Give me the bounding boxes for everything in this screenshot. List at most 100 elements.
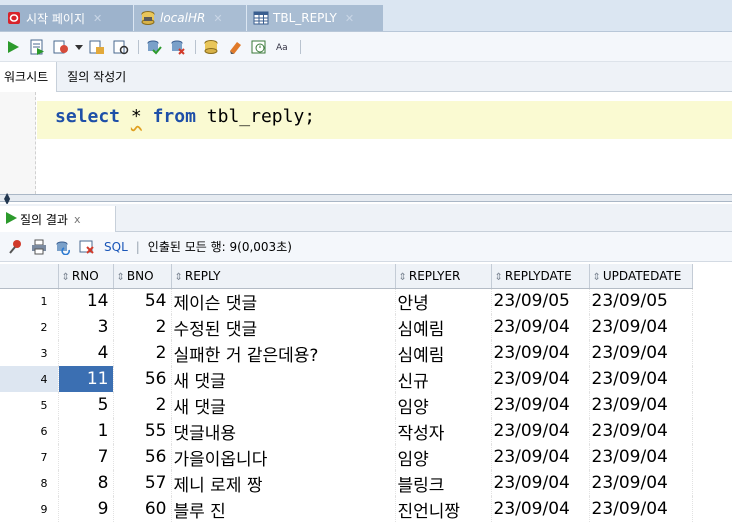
sql-history-icon[interactable] — [248, 36, 270, 58]
tab-start-page[interactable]: 시작 페이지 ✕ — [0, 5, 133, 31]
cell-updatedate[interactable]: 23/09/04 — [589, 314, 693, 340]
column-header[interactable]: ⇕ REPLYER — [395, 264, 492, 289]
run-statement-icon[interactable] — [2, 36, 24, 58]
column-header[interactable]: ⇕ REPLY — [171, 264, 396, 289]
tab-worksheet[interactable]: 워크시트 — [0, 61, 58, 92]
column-header[interactable]: ⇕ BNO — [113, 264, 172, 289]
cell-replydate[interactable]: 23/09/04 — [491, 314, 590, 340]
cell-bno[interactable]: 2 — [113, 314, 172, 340]
column-header[interactable]: ⇕ REPLYDATE — [491, 264, 590, 289]
sort-icon[interactable]: ⇕ — [62, 272, 70, 283]
cell-reply[interactable]: 수정된 댓글 — [171, 314, 396, 340]
sort-icon[interactable]: ⇕ — [399, 272, 407, 283]
table-row[interactable]: 9 9 60 블루 진 진언니짱 23/09/04 23/09/04 — [0, 496, 693, 522]
refresh-icon[interactable] — [52, 236, 74, 258]
run-script-icon[interactable] — [26, 36, 48, 58]
format-case-icon[interactable]: Aa — [272, 36, 294, 58]
cell-rno[interactable]: 4 — [58, 340, 114, 366]
sql-tuning-icon[interactable] — [110, 36, 132, 58]
sort-icon[interactable]: ⇕ — [495, 272, 503, 283]
cell-updatedate[interactable]: 23/09/04 — [589, 470, 693, 496]
cell-updatedate[interactable]: 23/09/04 — [589, 340, 693, 366]
cell-replyer[interactable]: 심예림 — [395, 314, 492, 340]
tab-localhr[interactable]: localHR ✕ — [134, 5, 246, 31]
close-icon[interactable]: x — [74, 213, 81, 226]
sort-icon[interactable]: ⇕ — [117, 272, 125, 283]
cell-rno[interactable]: 14 — [58, 288, 114, 314]
cell-rno[interactable]: 5 — [58, 392, 114, 418]
cell-reply[interactable]: 새 댓글 — [171, 392, 396, 418]
cell-replydate[interactable]: 23/09/05 — [491, 288, 590, 314]
cell-reply[interactable]: 가을이옵니다 — [171, 444, 396, 470]
cell-replyer[interactable]: 안녕 — [395, 288, 492, 314]
cell-bno[interactable]: 55 — [113, 418, 172, 444]
result-grid[interactable]: ⇕ RNO ⇕ BNO ⇕ REPLY ⇕ REPLYER ⇕ REPLYDATE ⇕ UP… — [0, 264, 732, 522]
explain-plan-icon[interactable] — [86, 36, 108, 58]
table-row[interactable]: 6 1 55 댓글내용 작성자 23/09/04 23/09/04 — [0, 418, 693, 444]
table-row[interactable]: 7 7 56 가을이옵니다 임양 23/09/04 23/09/04 — [0, 444, 693, 470]
column-header[interactable]: ⇕ UPDATEDATE — [589, 264, 693, 289]
cell-reply[interactable]: 블루 진 — [171, 496, 396, 522]
cell-rno[interactable]: 8 — [58, 470, 114, 496]
sql-link[interactable]: SQL — [104, 240, 128, 254]
sort-icon[interactable]: ⇕ — [175, 272, 183, 283]
table-row[interactable]: 4 11 56 새 댓글 신규 23/09/04 23/09/04 — [0, 366, 693, 392]
close-icon[interactable]: ✕ — [93, 12, 102, 25]
cell-replydate[interactable]: 23/09/04 — [491, 366, 590, 392]
tab-query-builder[interactable]: 질의 작성기 — [57, 62, 136, 92]
cell-reply[interactable]: 제이슨 댓글 — [171, 288, 396, 314]
cell-replyer[interactable]: 심예림 — [395, 340, 492, 366]
cell-updatedate[interactable]: 23/09/04 — [589, 392, 693, 418]
sort-icon[interactable]: ⇕ — [593, 272, 601, 283]
table-row[interactable]: 2 3 2 수정된 댓글 심예림 23/09/04 23/09/04 — [0, 314, 693, 340]
unshared-worksheet-icon[interactable] — [200, 36, 222, 58]
column-header[interactable]: ⇕ RNO — [58, 264, 114, 289]
cell-replyer[interactable]: 블링크 — [395, 470, 492, 496]
cell-replyer[interactable]: 진언니짱 — [395, 496, 492, 522]
cell-replydate[interactable]: 23/09/04 — [491, 418, 590, 444]
cell-replydate[interactable]: 23/09/04 — [491, 496, 590, 522]
cell-updatedate[interactable]: 23/09/04 — [589, 496, 693, 522]
cell-updatedate[interactable]: 23/09/04 — [589, 444, 693, 470]
commit-icon[interactable] — [143, 36, 165, 58]
cell-bno[interactable]: 60 — [113, 496, 172, 522]
cell-updatedate[interactable]: 23/09/05 — [589, 288, 693, 314]
cell-replyer[interactable]: 임양 — [395, 444, 492, 470]
table-row[interactable]: 5 5 2 새 댓글 임양 23/09/04 23/09/04 — [0, 392, 693, 418]
rollback-icon[interactable] — [167, 36, 189, 58]
chevron-down-icon[interactable] — [74, 36, 84, 58]
tab-query-result[interactable]: 질의 결과 x — [0, 206, 116, 232]
cell-reply[interactable]: 제니 로제 짱 — [171, 470, 396, 496]
cell-bno[interactable]: 57 — [113, 470, 172, 496]
cell-bno[interactable]: 56 — [113, 366, 172, 392]
cell-bno[interactable]: 56 — [113, 444, 172, 470]
table-row[interactable]: 1 14 54 제이슨 댓글 안녕 23/09/05 23/09/05 — [0, 288, 693, 314]
cell-bno[interactable]: 54 — [113, 288, 172, 314]
cell-rno-selected[interactable]: 11 — [58, 366, 114, 392]
clear-icon[interactable] — [224, 36, 246, 58]
autotrace-icon[interactable] — [50, 36, 72, 58]
cancel-fetch-icon[interactable] — [76, 236, 98, 258]
print-icon[interactable] — [28, 236, 50, 258]
cell-reply[interactable]: 실패한 거 같은데용? — [171, 340, 396, 366]
cell-rno[interactable]: 9 — [58, 496, 114, 522]
cell-replydate[interactable]: 23/09/04 — [491, 392, 590, 418]
cell-updatedate[interactable]: 23/09/04 — [589, 366, 693, 392]
cell-reply[interactable]: 새 댓글 — [171, 366, 396, 392]
cell-replyer[interactable]: 작성자 — [395, 418, 492, 444]
cell-bno[interactable]: 2 — [113, 392, 172, 418]
close-icon[interactable]: ✕ — [345, 12, 354, 25]
sql-statement[interactable]: select * from tbl_reply; — [55, 106, 315, 127]
sql-editor[interactable]: select * from tbl_reply; — [0, 92, 732, 194]
cell-replydate[interactable]: 23/09/04 — [491, 340, 590, 366]
cell-replydate[interactable]: 23/09/04 — [491, 444, 590, 470]
cell-bno[interactable]: 2 — [113, 340, 172, 366]
cell-replyer[interactable]: 신규 — [395, 366, 492, 392]
pane-splitter[interactable]: ▲ ▼ — [0, 192, 732, 206]
cell-rno[interactable]: 1 — [58, 418, 114, 444]
table-row[interactable]: 8 8 57 제니 로제 짱 블링크 23/09/04 23/09/04 — [0, 470, 693, 496]
table-row[interactable]: 3 4 2 실패한 거 같은데용? 심예림 23/09/04 23/09/04 — [0, 340, 693, 366]
cell-replyer[interactable]: 임양 — [395, 392, 492, 418]
pin-icon[interactable] — [4, 236, 26, 258]
cell-rno[interactable]: 7 — [58, 444, 114, 470]
